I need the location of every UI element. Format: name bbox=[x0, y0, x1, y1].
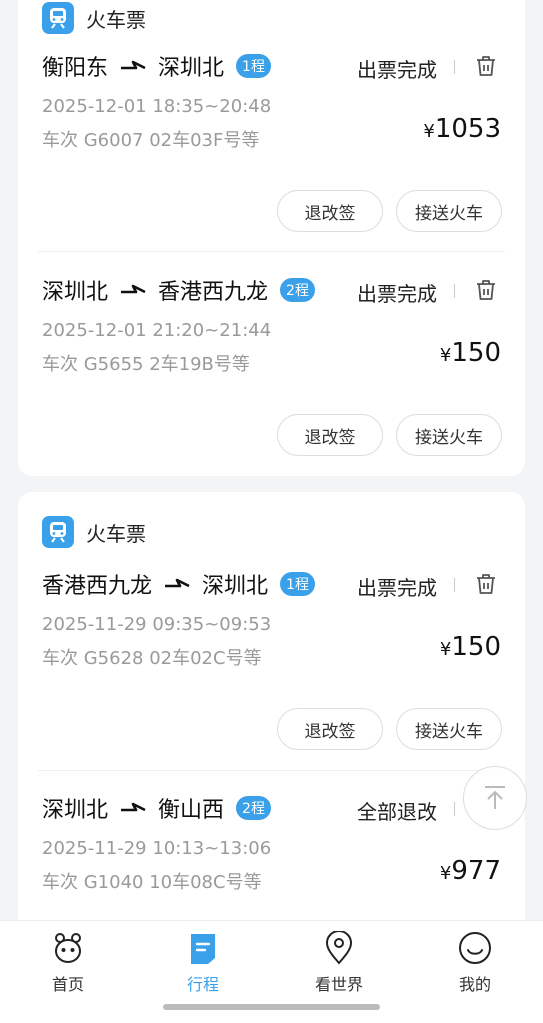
leg-badge: 1程 bbox=[280, 572, 315, 596]
price: ¥150 bbox=[440, 632, 501, 662]
order-card[interactable]: 火车票 衡阳东 深圳北 1程 出票完成 2025-12-01 18:35~20:… bbox=[18, 0, 525, 476]
order-card[interactable]: 火车票 香港西九龙 深圳北 1程 出票完成 2025-11-29 09:35~0… bbox=[18, 492, 525, 932]
card-header: 火车票 bbox=[42, 516, 146, 548]
ticket-status: 出票完成 bbox=[357, 58, 437, 82]
arrow-icon bbox=[121, 284, 146, 294]
separator bbox=[454, 578, 455, 592]
divider bbox=[38, 251, 505, 252]
currency-symbol: ¥ bbox=[439, 863, 452, 884]
back-to-top-button[interactable] bbox=[463, 766, 527, 830]
train-info: 车次 G5655 2车19B号等 bbox=[42, 354, 250, 375]
train-icon bbox=[42, 516, 74, 548]
price-value: 977 bbox=[451, 856, 501, 886]
itinerary-icon bbox=[153, 929, 253, 967]
arrival-city: 衡山西 bbox=[158, 798, 225, 823]
train-info: 车次 G5628 02车02C号等 bbox=[42, 648, 262, 669]
trip-time: 2025-12-01 18:35~20:48 bbox=[42, 96, 272, 117]
trip-time: 2025-12-01 21:20~21:44 bbox=[42, 320, 272, 341]
card-header-label: 火车票 bbox=[86, 521, 146, 546]
tab-explore[interactable]: 看世界 bbox=[289, 929, 389, 995]
separator bbox=[454, 60, 455, 74]
leg-badge: 1程 bbox=[236, 54, 271, 78]
tab-itinerary[interactable]: 行程 bbox=[153, 929, 253, 995]
leg-badge: 2程 bbox=[236, 796, 271, 820]
price-value: 1053 bbox=[434, 114, 501, 144]
price-value: 150 bbox=[451, 338, 501, 368]
currency-symbol: ¥ bbox=[439, 345, 452, 366]
train-icon bbox=[42, 2, 74, 34]
ticket-status: 出票完成 bbox=[357, 576, 437, 600]
trash-icon[interactable] bbox=[475, 54, 497, 78]
leg-badge: 2程 bbox=[280, 278, 315, 302]
tab-label: 我的 bbox=[458, 975, 491, 994]
departure-city: 香港西九龙 bbox=[42, 574, 153, 599]
location-pin-icon bbox=[289, 929, 389, 967]
tab-home[interactable]: 首页 bbox=[18, 929, 118, 995]
departure-city: 衡阳东 bbox=[42, 56, 109, 81]
card-header-label: 火车票 bbox=[86, 7, 146, 32]
tab-label: 首页 bbox=[51, 975, 84, 994]
train-pickup-button[interactable]: 接送火车 bbox=[396, 190, 502, 232]
arrival-city: 深圳北 bbox=[202, 574, 269, 599]
arrow-icon bbox=[165, 578, 190, 588]
currency-symbol: ¥ bbox=[423, 121, 435, 142]
route: 香港西九龙 深圳北 1程 bbox=[42, 568, 315, 600]
trash-icon[interactable] bbox=[475, 278, 497, 302]
train-pickup-button[interactable]: 接送火车 bbox=[396, 414, 502, 456]
ticket-status: 全部退改 bbox=[357, 800, 437, 824]
arrival-city: 香港西九龙 bbox=[158, 280, 269, 305]
route: 衡阳东 深圳北 1程 bbox=[42, 50, 271, 82]
arrow-icon bbox=[121, 802, 146, 812]
price: ¥977 bbox=[440, 856, 501, 886]
trash-icon[interactable] bbox=[475, 572, 497, 596]
route: 深圳北 香港西九龙 2程 bbox=[42, 274, 315, 306]
card-header: 火车票 bbox=[42, 2, 146, 34]
trip-time: 2025-11-29 10:13~13:06 bbox=[42, 838, 272, 859]
train-info: 车次 G1040 10车08C号等 bbox=[42, 872, 262, 893]
train-info: 车次 G6007 02车03F号等 bbox=[42, 130, 260, 151]
home-mascot-icon bbox=[18, 929, 118, 967]
home-indicator[interactable] bbox=[163, 1004, 380, 1010]
smiley-icon bbox=[425, 929, 525, 967]
arrival-city: 深圳北 bbox=[158, 56, 225, 81]
ticket-status: 出票完成 bbox=[357, 282, 437, 306]
tab-label: 行程 bbox=[186, 975, 219, 994]
price-value: 150 bbox=[451, 632, 501, 662]
tab-label: 看世界 bbox=[314, 975, 363, 994]
departure-city: 深圳北 bbox=[42, 280, 109, 305]
departure-city: 深圳北 bbox=[42, 798, 109, 823]
currency-symbol: ¥ bbox=[439, 639, 452, 660]
refund-change-button[interactable]: 退改签 bbox=[277, 190, 383, 232]
refund-change-button[interactable]: 退改签 bbox=[277, 414, 383, 456]
arrow-icon bbox=[121, 60, 146, 70]
arrow-up-icon bbox=[485, 786, 505, 809]
divider bbox=[38, 770, 505, 771]
separator bbox=[454, 284, 455, 298]
separator bbox=[454, 802, 455, 816]
route: 深圳北 衡山西 2程 bbox=[42, 792, 271, 824]
train-pickup-button[interactable]: 接送火车 bbox=[396, 708, 502, 750]
price: ¥150 bbox=[440, 338, 501, 368]
tab-profile[interactable]: 我的 bbox=[425, 929, 525, 995]
price: ¥1053 bbox=[423, 114, 501, 144]
trip-time: 2025-11-29 09:35~09:53 bbox=[42, 614, 272, 635]
refund-change-button[interactable]: 退改签 bbox=[277, 708, 383, 750]
